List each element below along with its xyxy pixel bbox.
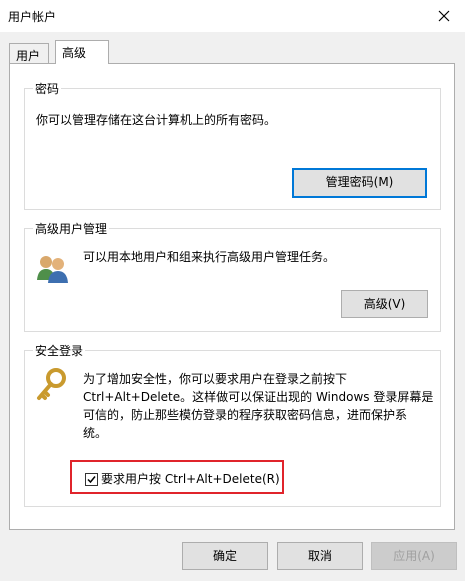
tab-advanced[interactable]: 高级 — [55, 40, 109, 64]
secure-logon-line-1: 为了增加安全性，你可以要求用户在登录之前按下 — [83, 372, 348, 386]
secure-logon-line-4: 统。 — [83, 426, 108, 440]
secure-logon-line-2: Ctrl+Alt+Delete。这样做可以保证出现的 Windows 登录屏幕是 — [83, 390, 434, 404]
title-bar: 用户帐户 — [0, 0, 465, 32]
advanced-user-description: 可以用本地用户和组来执行高级用户管理任务。 — [83, 250, 336, 264]
tab-users[interactable]: 用户 — [9, 43, 49, 63]
secure-logon-line-3: 可信的，防止那些模仿登录的程序获取密码信息，进而保护系 — [83, 408, 408, 422]
key-icon — [34, 367, 70, 403]
cancel-button[interactable]: 取消 — [277, 542, 363, 570]
password-group-legend: 密码 — [33, 80, 62, 97]
close-icon — [438, 10, 450, 22]
close-button[interactable] — [429, 2, 459, 30]
apply-button[interactable]: 应用(A) — [371, 542, 457, 570]
ok-button[interactable]: 确定 — [182, 542, 268, 570]
password-description: 你可以管理存储在这台计算机上的所有密码。 — [36, 113, 277, 127]
manage-passwords-button[interactable]: 管理密码(M) — [292, 168, 427, 198]
advanced-button[interactable]: 高级(V) — [341, 290, 428, 318]
secure-logon-group-legend: 安全登录 — [33, 342, 86, 359]
window-title: 用户帐户 — [8, 10, 57, 24]
users-icon — [34, 250, 70, 284]
checkmark-icon — [87, 476, 96, 484]
advanced-user-group-legend: 高级用户管理 — [33, 220, 110, 237]
require-ctrl-alt-delete-checkbox[interactable] — [85, 473, 98, 486]
require-ctrl-alt-delete-label[interactable]: 要求用户按 Ctrl+Alt+Delete(R) — [101, 470, 280, 488]
